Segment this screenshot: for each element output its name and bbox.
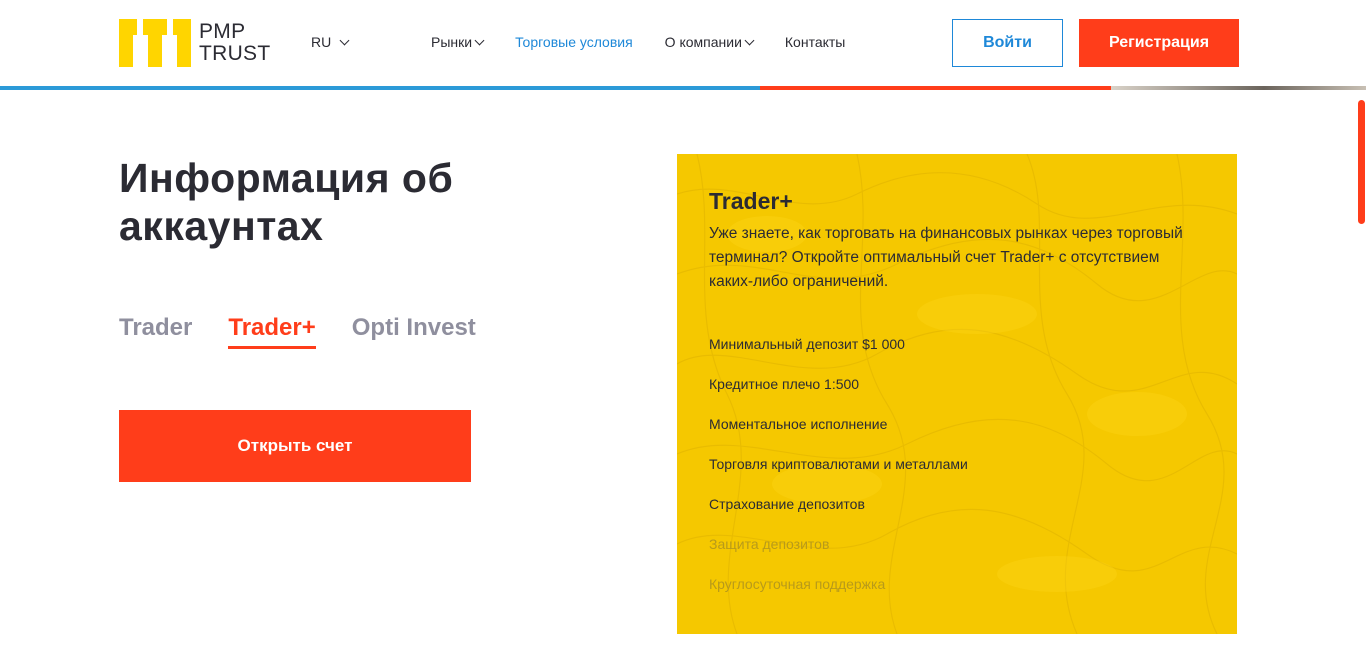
card-title: Trader+ bbox=[709, 188, 793, 214]
chevron-down-icon bbox=[339, 35, 350, 45]
site-header: PMP TRUST RU Рынки Торговые условия О ко… bbox=[0, 0, 1366, 86]
feature-item: Страхование депозитов bbox=[709, 496, 865, 512]
nav-item-label: Торговые условия bbox=[515, 34, 633, 50]
tab-opti-invest[interactable]: Opti Invest bbox=[352, 314, 476, 349]
chevron-down-icon bbox=[474, 35, 485, 45]
card-description: Уже знаете, как торговать на финансовых … bbox=[709, 225, 1183, 290]
feature-item-unavailable: Защита депозитов bbox=[709, 536, 830, 552]
tab-trader[interactable]: Trader bbox=[119, 314, 192, 349]
account-tabs: Trader Trader+ Opti Invest bbox=[119, 314, 476, 349]
logo-text: PMP TRUST bbox=[199, 21, 271, 65]
logo-line-2: TRUST bbox=[199, 42, 271, 65]
nav-item-label: Рынки bbox=[431, 34, 473, 50]
language-selector[interactable]: RU bbox=[311, 34, 350, 50]
page-scrollbar[interactable] bbox=[1358, 100, 1365, 224]
nav-item-about[interactable]: О компании bbox=[664, 34, 755, 50]
tab-trader-plus[interactable]: Trader+ bbox=[228, 314, 316, 349]
account-card: Trader+ Уже знаете, как торговать на фин… bbox=[677, 154, 1237, 634]
nav-item-contacts[interactable]: Контакты bbox=[785, 34, 845, 50]
feature-item-unavailable: Круглосуточная поддержка bbox=[709, 576, 886, 592]
card-content: Trader+ Уже знаете, как торговать на фин… bbox=[709, 186, 1189, 614]
logo[interactable]: PMP TRUST bbox=[119, 19, 279, 67]
nav-item-trading-conditions[interactable]: Торговые условия bbox=[515, 34, 633, 50]
header-progress-line bbox=[0, 86, 1366, 90]
page-title: Информация об аккаунтах bbox=[119, 155, 454, 249]
main-nav: Рынки Торговые условия О компании Контак… bbox=[431, 34, 845, 50]
feature-item: Кредитное плечо 1:500 bbox=[709, 376, 860, 392]
feature-item: Торговля криптовалютами и металлами bbox=[709, 456, 968, 472]
logo-line-1: PMP bbox=[199, 20, 246, 43]
nav-item-label: Контакты bbox=[784, 34, 846, 50]
chevron-down-icon bbox=[744, 35, 755, 45]
logo-mark-icon bbox=[119, 19, 191, 67]
login-button[interactable]: Войти bbox=[952, 19, 1063, 67]
feature-item: Моментальное исполнение bbox=[709, 416, 888, 432]
open-account-button[interactable]: Открыть счет bbox=[119, 410, 471, 482]
feature-item: Минимальный депозит $1 000 bbox=[709, 336, 905, 352]
feature-list: Минимальный депозит $1 000 Кредитное пле… bbox=[709, 334, 1189, 614]
language-label: RU bbox=[311, 34, 332, 50]
nav-item-label: О компании bbox=[664, 34, 742, 50]
nav-item-markets[interactable]: Рынки bbox=[431, 34, 485, 50]
register-button[interactable]: Регистрация bbox=[1079, 19, 1239, 67]
